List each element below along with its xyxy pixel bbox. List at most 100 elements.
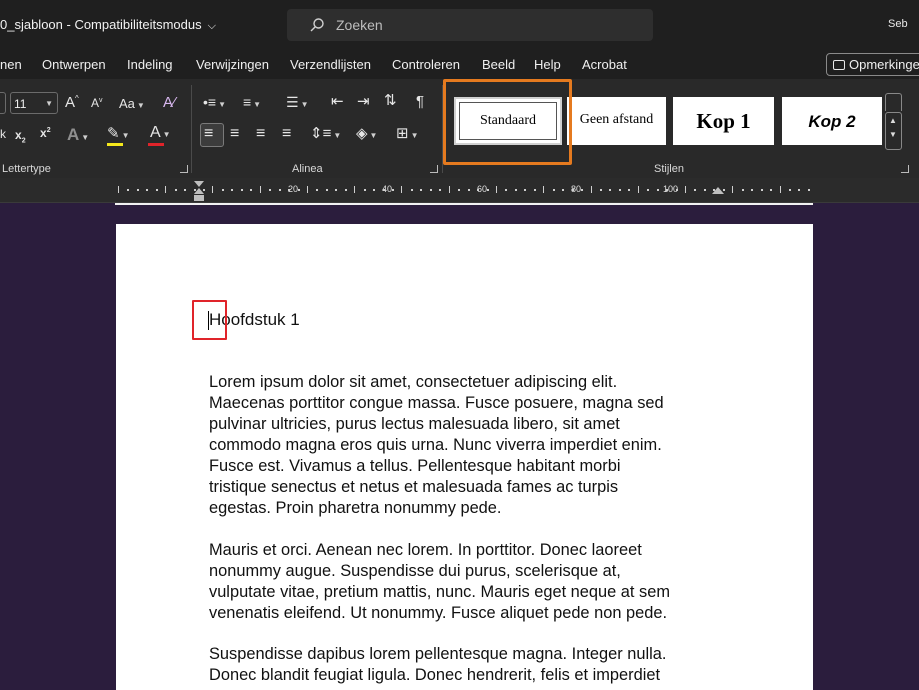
bullets-icon[interactable]: •≡ ▼ [203, 95, 226, 109]
align-left-icon: ≡ [204, 125, 214, 142]
text-line: egestas. Proin pharetra nonummy pede. [209, 499, 502, 517]
tab-invoegen[interactable]: nen [0, 57, 22, 72]
ruler-tick [316, 189, 318, 191]
ruler-tick [761, 189, 763, 191]
ruler-tick [250, 189, 252, 191]
tab-acrobat[interactable]: Acrobat [582, 57, 627, 72]
ruler-tick [572, 189, 574, 191]
ruler-tick [335, 189, 337, 191]
shading-icon[interactable]: ◈ ▼ [356, 126, 377, 141]
chevron-down-icon[interactable]: ⌵ [208, 20, 216, 33]
ruler-tick [364, 189, 366, 191]
align-center-icon[interactable]: ≡ [230, 126, 239, 142]
ruler-tick [269, 189, 271, 191]
ruler-tick [127, 189, 129, 191]
highlighter-icon[interactable]: ✎ ▼ [107, 126, 130, 141]
ruler-tick [742, 189, 744, 191]
ruler-tick [212, 186, 213, 193]
multilevel-list-icon[interactable]: ☰ ▼ [286, 95, 308, 109]
right-indent-marker-icon[interactable] [712, 187, 724, 194]
ruler-tick [609, 189, 611, 191]
user-name[interactable]: Seb [888, 18, 908, 30]
cursor-highlight-annotation [192, 300, 227, 340]
paragraph[interactable]: Mauris et orci. Aenean nec lorem. In por… [209, 540, 739, 624]
tab-verzendlijsten[interactable]: Verzendlijsten [290, 57, 371, 72]
style-kop-2[interactable]: Kop 2 [782, 97, 882, 145]
ruler-tick [534, 189, 536, 191]
styles-gallery-up[interactable] [885, 93, 902, 111]
ruler-tick [260, 186, 261, 193]
chevron-down-icon[interactable]: ▼ [889, 130, 897, 139]
numbering-icon[interactable]: ≡ ▼ [243, 95, 261, 109]
grow-font-icon[interactable]: A^ [65, 95, 79, 111]
ruler-tick [676, 189, 678, 191]
style-kop-1[interactable]: Kop 1 [673, 97, 774, 145]
tab-ontwerpen[interactable]: Ontwerpen [42, 57, 106, 72]
show-formatting-marks-icon[interactable]: ¶ [416, 94, 424, 109]
chevron-down-icon: ▼ [45, 99, 53, 108]
paragraph[interactable]: Lorem ipsum dolor sit amet, consectetuer… [209, 372, 739, 519]
styles-gallery-scroll[interactable]: ▲ ▼ [885, 112, 902, 150]
ribbon-tabs: nen Ontwerpen Indeling Verwijzingen Verz… [0, 50, 919, 79]
decrease-indent-icon[interactable]: ⇤ [331, 94, 344, 109]
indent-marker-icon[interactable] [193, 180, 205, 202]
ruler-tick [146, 189, 148, 191]
text-line: Lorem ipsum dolor sit amet, consectetuer… [209, 373, 618, 391]
text-line: nonummy augue. Suspendisse dui purus, sc… [209, 562, 621, 580]
align-right-icon[interactable]: ≡ [256, 126, 265, 142]
paragraph-dialog-launcher-icon[interactable] [430, 165, 438, 173]
tab-controleren[interactable]: Controleren [392, 57, 460, 72]
ruler-tick [165, 186, 166, 193]
ruler-tick [401, 186, 402, 193]
ruler-tick [420, 189, 422, 191]
ruler-tick [156, 189, 158, 191]
increase-indent-icon[interactable]: ⇥ [357, 94, 370, 109]
text-line: vulputate vitae, pretium mattis, nunc. M… [209, 583, 670, 601]
ruler-tick [581, 189, 583, 191]
superscript-icon[interactable]: x2 [40, 127, 51, 139]
tab-verwijzingen[interactable]: Verwijzingen [196, 57, 269, 72]
ruler-tick [458, 189, 460, 191]
font-dialog-launcher-icon[interactable] [180, 165, 188, 173]
chevron-up-icon[interactable]: ▲ [889, 116, 897, 125]
ruler-tick [591, 186, 592, 193]
sort-icon[interactable]: ⇅ [384, 93, 397, 108]
font-name-box[interactable] [0, 92, 6, 114]
search-input[interactable]: Zoeken [287, 9, 653, 41]
tab-help[interactable]: Help [534, 57, 561, 72]
ruler-tick [780, 186, 781, 193]
ruler-tick [515, 189, 517, 191]
ruler-tick [524, 189, 526, 191]
styles-dialog-launcher-icon[interactable] [901, 165, 909, 173]
shrink-font-icon[interactable]: Av [91, 97, 103, 109]
tab-indeling[interactable]: Indeling [127, 57, 173, 72]
borders-icon[interactable]: ⊞ ▼ [396, 126, 419, 141]
line-spacing-icon[interactable]: ⇕≡ ▼ [310, 126, 341, 141]
ruler-tick [647, 189, 649, 191]
ruler-tick [345, 189, 347, 191]
title-bar: 0_sjabloon - Compatibiliteitsmodus ⌵ Zoek… [0, 0, 919, 50]
ruler-tick [373, 189, 375, 191]
font-size-dropdown[interactable]: 11 ▼ [10, 92, 58, 114]
style-geen-afstand[interactable]: Geen afstand [567, 97, 666, 145]
ruler-tick [770, 189, 772, 191]
horizontal-ruler[interactable]: 20 40 60 80 100 [0, 178, 919, 203]
group-separator [191, 85, 192, 173]
comment-icon [833, 60, 845, 70]
text-line: commodo magna eros quis urna. Nunc viver… [209, 436, 662, 454]
subscript-icon[interactable]: x2 [15, 129, 26, 145]
strikethrough-icon[interactable]: k [0, 128, 6, 140]
document-title[interactable]: 0_sjabloon - Compatibiliteitsmodus ⌵ [0, 17, 216, 33]
paragraph[interactable]: Suspendisse dapibus lorem pellentesque m… [209, 644, 739, 686]
font-color-icon[interactable]: A ▼ [150, 125, 171, 141]
font-color-swatch [148, 143, 164, 146]
justify-icon[interactable]: ≡ [282, 126, 291, 142]
change-case-icon[interactable]: Aa ▼ [119, 97, 145, 110]
comments-button[interactable]: Opmerkinge [826, 53, 919, 76]
clear-formatting-icon[interactable]: A⁄ [163, 95, 176, 110]
group-label-font: Lettertype [2, 163, 51, 175]
document-title-text: 0_sjabloon - Compatibiliteitsmodus [0, 17, 202, 32]
tab-beeld[interactable]: Beeld [482, 57, 515, 72]
text-effects-icon[interactable]: A ▼ [67, 126, 89, 143]
ruler-tick [732, 186, 733, 193]
